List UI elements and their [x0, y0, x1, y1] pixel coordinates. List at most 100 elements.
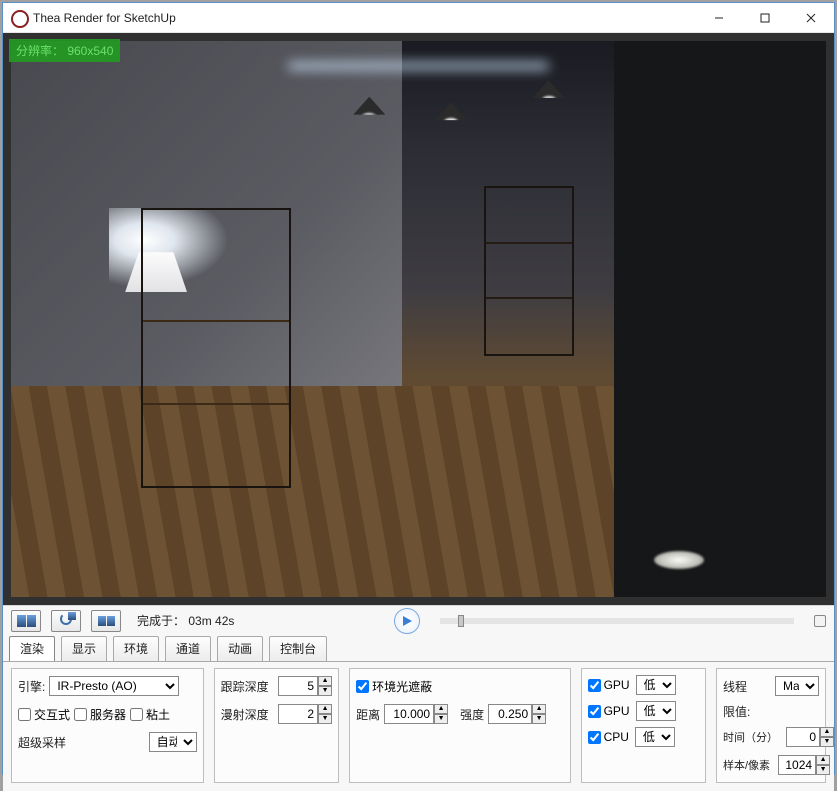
trace-depth-input[interactable] — [278, 676, 318, 696]
spin-down-button[interactable]: ▼ — [532, 714, 546, 724]
ao-distance-input[interactable] — [384, 704, 434, 724]
spin-buttons: ▲ ▼ — [532, 704, 546, 724]
spin-up-button[interactable]: ▲ — [318, 676, 332, 686]
tab-label: 动画 — [228, 642, 252, 656]
server-checkbox[interactable]: 服务器 — [74, 706, 126, 723]
window-mode-button[interactable] — [91, 610, 121, 632]
diffuse-depth-input[interactable] — [278, 704, 318, 724]
supersample-label: 超级采样 — [18, 734, 66, 751]
depth-group: 跟踪深度 ▲ ▼ 漫射深度 ▲ ▼ — [214, 668, 339, 783]
ao-intensity-label: 强度 — [460, 706, 484, 723]
gpu1-priority-select[interactable]: 低 — [636, 675, 676, 695]
render-viewport-area: 分辨率： 960x540 — [3, 33, 834, 605]
samples-label: 样本/像素 — [723, 757, 770, 773]
time-limit-label: 时间（分） — [723, 729, 778, 745]
clay-checkbox[interactable]: 粘土 — [130, 706, 170, 723]
checkbox-label: 服务器 — [90, 706, 126, 723]
spin-down-button[interactable]: ▼ — [434, 714, 448, 724]
tab-animation[interactable]: 动画 — [217, 636, 263, 661]
ao-intensity-input[interactable] — [488, 704, 532, 724]
close-icon — [806, 13, 816, 23]
spin-up-button[interactable]: ▲ — [816, 755, 830, 765]
minimize-icon — [714, 13, 724, 23]
window-title: Thea Render for SketchUp — [33, 11, 176, 25]
supersample-select[interactable]: 自动 — [149, 732, 197, 752]
render-viewport[interactable] — [11, 41, 826, 597]
save-image-button[interactable] — [11, 610, 41, 632]
maximize-icon — [760, 13, 770, 23]
interactive-checkbox[interactable]: 交互式 — [18, 706, 70, 723]
tab-label: 环境 — [124, 642, 148, 656]
samples-input[interactable] — [778, 755, 816, 775]
time-limit-input[interactable] — [786, 727, 820, 747]
spin-up-button[interactable]: ▲ — [318, 704, 332, 714]
checkbox-label: 环境光遮蔽 — [372, 678, 432, 695]
progress-thumb[interactable] — [458, 615, 464, 627]
spin-buttons: ▲ ▼ — [318, 676, 332, 696]
status-prefix: 完成于： — [137, 614, 185, 628]
checkbox-label: GPU — [604, 704, 630, 718]
scene-floor-light — [654, 551, 704, 569]
refresh-button[interactable] — [51, 610, 81, 632]
tab-label: 渲染 — [20, 642, 44, 656]
titlebar: Thea Render for SketchUp — [3, 3, 834, 33]
processors-group: GPU 低 GPU 低 CPU 低 — [581, 668, 706, 783]
tab-bar: 渲染 显示 环境 通道 动画 控制台 — [3, 635, 834, 661]
spin-down-button[interactable]: ▼ — [318, 686, 332, 696]
app-window: Thea Render for SketchUp 分辨率： 960x540 — [2, 2, 835, 775]
checkbox-label: 交互式 — [34, 706, 70, 723]
engine-label: 引擎: — [18, 678, 45, 695]
tab-display[interactable]: 显示 — [61, 636, 107, 661]
play-icon — [401, 615, 413, 627]
spin-down-button[interactable]: ▼ — [816, 765, 830, 775]
close-button[interactable] — [788, 3, 834, 33]
refresh-icon — [60, 613, 72, 628]
checkbox-label: CPU — [604, 730, 629, 744]
tab-console[interactable]: 控制台 — [269, 636, 327, 661]
status-label: 完成于： 03m 42s — [137, 612, 234, 629]
threads-label: 线程 — [723, 678, 747, 695]
cpu-checkbox[interactable]: CPU — [588, 730, 629, 744]
ao-distance-label: 距离 — [356, 706, 380, 723]
limit-label: 限值: — [723, 703, 750, 720]
gpu2-checkbox[interactable]: GPU — [588, 704, 630, 718]
diffuse-depth-label: 漫射深度 — [221, 706, 269, 723]
gpu2-priority-select[interactable]: 低 — [636, 701, 676, 721]
cpu-priority-select[interactable]: 低 — [635, 727, 675, 747]
ao-enable-checkbox[interactable]: 环境光遮蔽 — [356, 678, 432, 695]
resolution-badge: 分辨率： 960x540 — [9, 39, 120, 62]
tab-environment[interactable]: 环境 — [113, 636, 159, 661]
maximize-button[interactable] — [742, 3, 788, 33]
scene-pendant-lamp — [435, 102, 467, 120]
spin-buttons: ▲ ▼ — [820, 727, 834, 747]
spin-up-button[interactable]: ▲ — [820, 727, 834, 737]
spin-up-button[interactable]: ▲ — [434, 704, 448, 714]
spin-down-button[interactable]: ▼ — [820, 737, 834, 747]
spin-buttons: ▲ ▼ — [816, 755, 830, 775]
status-time: 03m 42s — [188, 614, 234, 628]
minimize-button[interactable] — [696, 3, 742, 33]
tab-channels[interactable]: 通道 — [165, 636, 211, 661]
threads-select[interactable]: Max — [775, 676, 819, 696]
scene-shelf — [141, 208, 291, 488]
window-icon — [98, 616, 115, 626]
scene-pendant-lamp — [533, 80, 565, 98]
trace-depth-label: 跟踪深度 — [221, 678, 269, 695]
scene-shelf — [484, 186, 574, 356]
checkbox-label: GPU — [604, 678, 630, 692]
threads-group: 线程 Max 限值: 时间（分） ▲ ▼ 样本/像素 — [716, 668, 826, 783]
engine-select[interactable]: IR-Presto (AO) — [49, 676, 179, 696]
settings-panel: 引擎: IR-Presto (AO) 交互式 服务器 粘土 超级采样 自动 — [3, 662, 834, 791]
ao-group: 环境光遮蔽 距离 ▲ ▼ 强度 ▲ ▼ — [349, 668, 570, 783]
stop-button[interactable] — [814, 615, 826, 627]
gpu1-checkbox[interactable]: GPU — [588, 678, 630, 692]
spin-up-button[interactable]: ▲ — [532, 704, 546, 714]
tab-label: 控制台 — [280, 642, 316, 656]
tab-render[interactable]: 渲染 — [9, 636, 55, 661]
play-button[interactable] — [394, 608, 420, 634]
tab-label: 通道 — [176, 642, 200, 656]
viewport-toolbar: 完成于： 03m 42s — [3, 605, 834, 635]
spin-down-button[interactable]: ▼ — [318, 714, 332, 724]
app-logo-icon — [11, 10, 27, 26]
progress-track[interactable] — [440, 618, 794, 624]
